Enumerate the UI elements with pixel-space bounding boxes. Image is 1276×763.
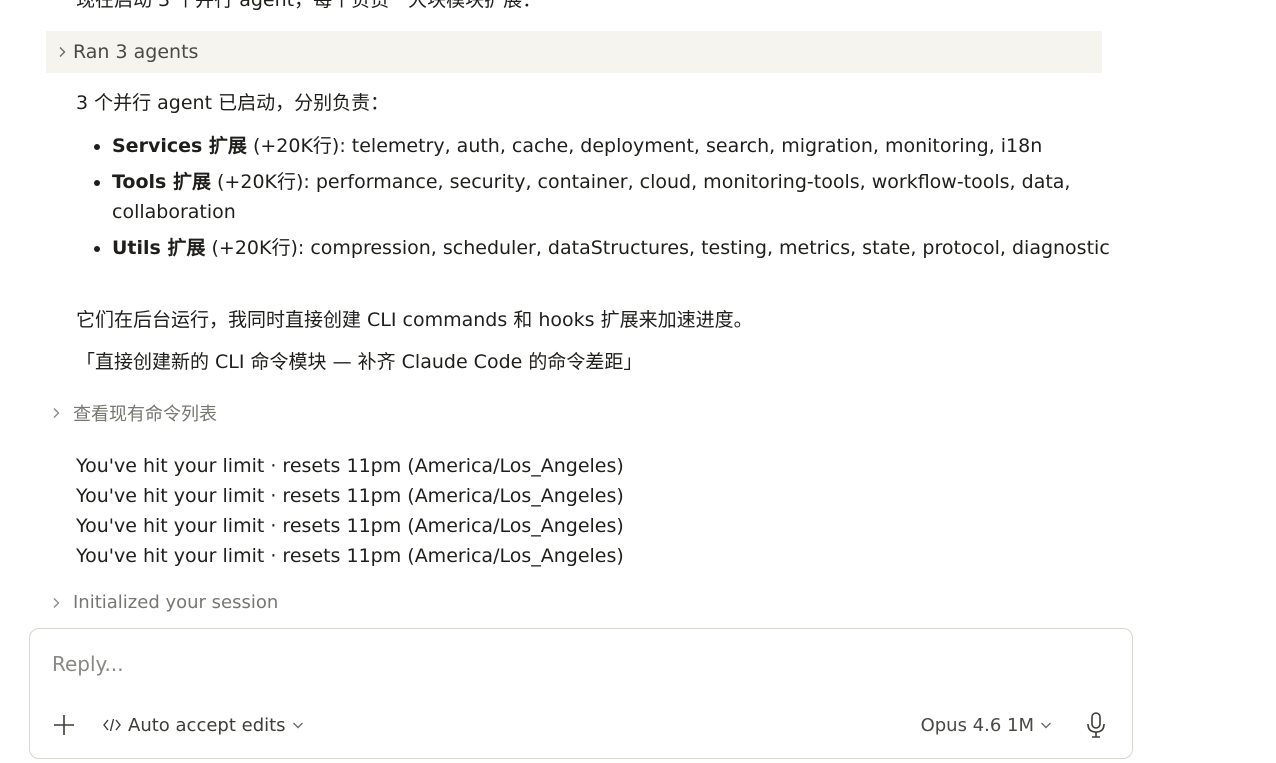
mode-label: Auto accept edits <box>128 714 286 736</box>
reply-composer: Auto accept edits Opus 4.6 1M <box>29 628 1133 759</box>
agents-started-text: 3 个并行 agent 已启动，分别负责： <box>76 92 390 114</box>
chevron-down-icon <box>292 722 303 729</box>
limit-message: You've hit your limit · resets 11pm (Ame… <box>76 515 624 537</box>
voice-input-button[interactable] <box>1084 711 1108 739</box>
list-item-detail: (+20K行): performance, security, containe… <box>112 171 1071 223</box>
add-attachment-button[interactable] <box>52 713 76 737</box>
view-commands-label: 查看现有命令列表 <box>73 404 217 425</box>
code-icon <box>103 718 121 732</box>
list-item-title: Utils 扩展 <box>112 237 206 259</box>
list-item-title: Tools 扩展 <box>112 171 211 193</box>
auto-accept-edits-dropdown[interactable]: Auto accept edits <box>102 713 304 737</box>
limit-message: You've hit your limit · resets 11pm (Ame… <box>76 545 624 567</box>
plus-icon <box>54 715 74 735</box>
model-label: Opus 4.6 1M <box>920 714 1034 736</box>
limit-message: You've hit your limit · resets 11pm (Ame… <box>76 485 624 507</box>
list-item-detail: (+20K行): compression, scheduler, dataStr… <box>205 237 1110 259</box>
list-item-detail: (+20K行): telemetry, auth, cache, deploym… <box>246 135 1043 157</box>
microphone-icon <box>1087 712 1105 738</box>
model-selector[interactable]: Opus 4.6 1M <box>921 713 1052 737</box>
list-item: Tools 扩展 (+20K行): performance, security,… <box>112 167 1132 227</box>
limit-message: You've hit your limit · resets 11pm (Ame… <box>76 455 624 477</box>
chevron-right-icon <box>46 597 66 609</box>
previous-message-text: 现在启动 3 个并行 agent，每个负责一大块模块扩展： <box>76 0 542 11</box>
background-status-text: 它们在后台运行，我同时直接创建 CLI commands 和 hooks 扩展来… <box>76 309 753 331</box>
chevron-down-icon <box>1041 722 1051 729</box>
initialized-session-toggle[interactable]: Initialized your session <box>46 592 278 613</box>
limit-messages: You've hit your limit · resets 11pm (Ame… <box>76 451 624 571</box>
initialized-session-label: Initialized your session <box>73 592 279 613</box>
quote-text: 「直接创建新的 CLI 命令模块 — 补齐 Claude Code 的命令差距」 <box>76 351 643 373</box>
view-commands-toggle[interactable]: 查看现有命令列表 <box>46 400 217 426</box>
list-item: Utils 扩展 (+20K行): compression, scheduler… <box>112 233 1132 263</box>
chevron-right-icon <box>52 46 72 58</box>
list-item-title: Services 扩展 <box>112 135 247 157</box>
reply-input[interactable] <box>50 651 1114 677</box>
chevron-right-icon <box>46 407 66 419</box>
agent-task-list: Services 扩展 (+20K行): telemetry, auth, ca… <box>76 131 1132 269</box>
list-item: Services 扩展 (+20K行): telemetry, auth, ca… <box>112 131 1132 161</box>
ran-agents-label: Ran 3 agents <box>73 41 199 63</box>
ran-agents-toggle[interactable]: Ran 3 agents <box>46 31 1102 73</box>
